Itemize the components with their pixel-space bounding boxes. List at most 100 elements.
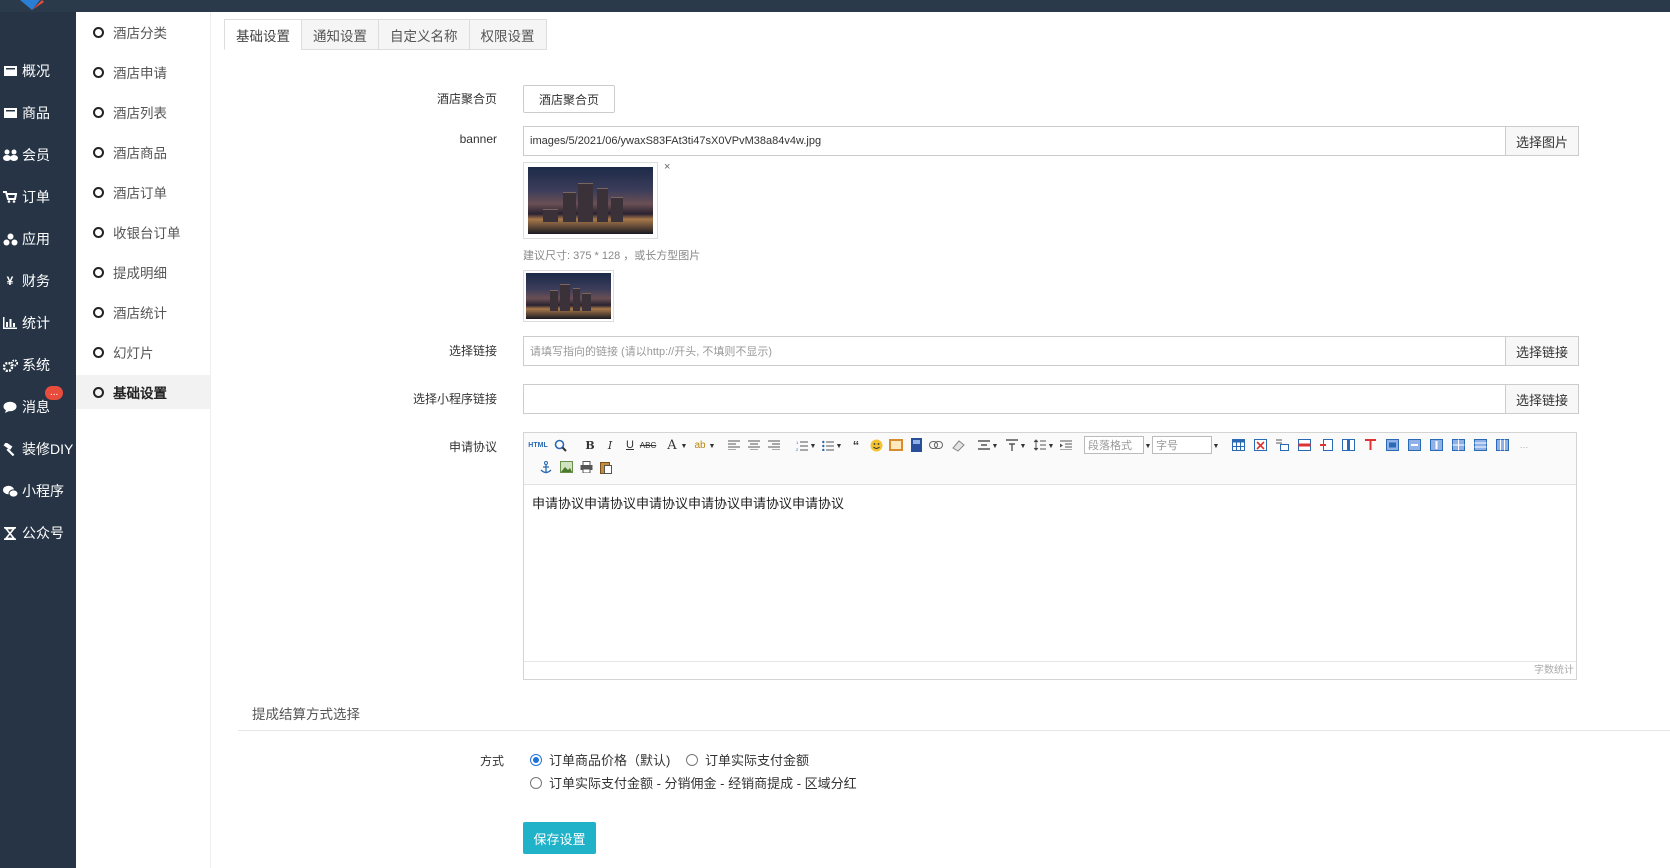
select-image-button[interactable]: 选择图片 (1505, 126, 1579, 156)
paste-icon[interactable] (598, 459, 614, 475)
nav-item-apps[interactable]: 应用 (0, 224, 76, 254)
radio-option-goods-price[interactable]: 订单商品价格（默认) (530, 750, 670, 769)
insert-column-icon[interactable] (1340, 437, 1356, 453)
video-icon[interactable] (908, 437, 924, 453)
banner-path-input[interactable]: images/5/2021/06/ywaxS83FAt3ti47sX0VPvM3… (523, 126, 1506, 156)
merge-cells-icon[interactable] (1384, 437, 1400, 453)
anchor-icon[interactable] (538, 459, 554, 475)
subnav-item-slideshow[interactable]: 幻灯片 (76, 335, 210, 369)
wechat-icon (2, 484, 18, 498)
nav-item-miniprogram[interactable]: 小程序 (0, 476, 76, 506)
delete-row-icon[interactable] (1318, 437, 1334, 453)
split-cells-icon[interactable] (1450, 437, 1466, 453)
dashboard-icon (2, 64, 18, 78)
nav-item-diy[interactable]: 装修DIY (0, 434, 76, 464)
nav-item-goods[interactable]: 商品 (0, 98, 76, 128)
nav-item-messages[interactable]: 消息 ... (0, 386, 76, 422)
circle-icon (93, 186, 104, 198)
svg-text:2: 2 (796, 447, 799, 451)
align-left-icon[interactable] (726, 437, 742, 453)
quote-icon[interactable]: “ (848, 437, 864, 453)
tab-notification-settings[interactable]: 通知设置 (301, 19, 378, 50)
highlight-dropdown-icon[interactable]: ▼ (704, 438, 720, 454)
subnav-item-basic-settings[interactable]: 基础设置 (76, 375, 210, 409)
editor-toolbar: HTML B I U ABC A ▼ ab ▼ 12 ▼ ▼ “ ▼ ▼ ▼ 段… (524, 433, 1576, 485)
insert-table-icon[interactable] (1230, 437, 1246, 453)
subnav-item-hotel-orders[interactable]: 酒店订单 (76, 175, 210, 209)
save-settings-button[interactable]: 保存设置 (523, 822, 596, 854)
subnav-item-commission-details[interactable]: 提成明细 (76, 255, 210, 289)
tab-permission-settings[interactable]: 权限设置 (468, 19, 547, 50)
circle-icon (93, 226, 104, 238)
indent-icon[interactable] (1058, 437, 1074, 453)
select-link-button[interactable]: 选择链接 (1505, 336, 1579, 366)
align-center-icon[interactable] (746, 437, 762, 453)
link-input[interactable]: 请填写指向的链接 (请以http://开头, 不填则不显示) (523, 336, 1506, 366)
strikethrough-icon[interactable]: ABC (640, 437, 656, 453)
nav-item-members[interactable]: 会员 (0, 140, 76, 170)
align-right-icon[interactable] (766, 437, 782, 453)
split-rows-icon[interactable] (1472, 437, 1488, 453)
subnav-item-label: 幻灯片 (113, 346, 154, 361)
nav-item-orders[interactable]: 订单 (0, 182, 76, 212)
image-icon[interactable] (888, 437, 904, 453)
nav-item-statistics[interactable]: 统计 (0, 308, 76, 338)
cart-icon (2, 190, 18, 204)
mini-link-input[interactable] (523, 384, 1506, 414)
nav-item-finance[interactable]: ¥ 财务 (0, 266, 76, 296)
font-size-select[interactable]: 字号 (1152, 436, 1212, 454)
radio-button[interactable] (530, 776, 542, 789)
subnav-item-cashier-orders[interactable]: 收银台订单 (76, 215, 210, 249)
font-color-dropdown-icon[interactable]: ▼ (676, 438, 692, 454)
nav-item-overview[interactable]: 概况 (0, 56, 76, 86)
delete-column-icon[interactable] (1362, 437, 1378, 453)
select-mini-link-button[interactable]: 选择链接 (1505, 384, 1579, 414)
more-tools-icon[interactable]: … (1516, 437, 1532, 453)
font-size-dropdown-icon[interactable]: ▼ (1208, 438, 1224, 454)
nav-item-label: 会员 (22, 147, 50, 163)
nav-item-official-account[interactable]: 公众号 (0, 518, 76, 548)
bold-icon[interactable]: B (582, 437, 598, 453)
html-source-icon[interactable]: HTML (528, 437, 547, 453)
subnav-item-hotel-category[interactable]: 酒店分类 (76, 15, 210, 49)
subnav-item-hotel-list[interactable]: 酒店列表 (76, 95, 210, 129)
nav-item-system[interactable]: 系统 (0, 350, 76, 380)
insert-image-icon[interactable] (558, 459, 574, 475)
italic-icon[interactable]: I (602, 437, 618, 453)
radio-button[interactable] (530, 753, 542, 766)
subnav-item-hotel-statistics[interactable]: 酒店统计 (76, 295, 210, 329)
radio-option-actual-payment[interactable]: 订单实际支付金额 (686, 750, 809, 769)
tab-basic-settings[interactable]: 基础设置 (224, 19, 301, 50)
unordered-list-dropdown-icon[interactable]: ▼ (831, 438, 847, 454)
remove-image-icon[interactable]: × (664, 161, 670, 173)
radio-option-net-payment[interactable]: 订单实际支付金额 - 分销佣金 - 经销商提成 - 区域分红 (530, 773, 857, 792)
split-columns-icon[interactable] (1494, 437, 1510, 453)
rich-text-editor: HTML B I U ABC A ▼ ab ▼ 12 ▼ ▼ “ ▼ ▼ ▼ 段… (523, 432, 1577, 680)
ordered-list-dropdown-icon[interactable]: ▼ (805, 438, 821, 454)
line-height-dropdown-icon[interactable]: ▼ (1043, 438, 1059, 454)
merge-down-icon[interactable] (1428, 437, 1444, 453)
aggregate-page-button[interactable]: 酒店聚合页 (523, 85, 615, 113)
eraser-icon[interactable] (950, 437, 966, 453)
subnav-item-hotel-application[interactable]: 酒店申请 (76, 55, 210, 89)
insert-row-icon[interactable] (1296, 437, 1312, 453)
paragraph-format-select[interactable]: 段落格式 (1084, 436, 1144, 454)
delete-table-icon[interactable] (1252, 437, 1268, 453)
bar-chart-icon (2, 316, 18, 330)
editor-content[interactable]: 申请协议申请协议申请协议申请协议申请协议申请协议 (524, 485, 1576, 662)
link-icon[interactable] (928, 437, 944, 453)
underline-icon[interactable]: U (622, 437, 638, 453)
row-spacing-dropdown-icon[interactable]: ▼ (1015, 438, 1031, 454)
radio-button[interactable] (686, 753, 698, 766)
merge-right-icon[interactable] (1406, 437, 1422, 453)
tab-custom-names[interactable]: 自定义名称 (378, 19, 469, 50)
print-icon[interactable] (578, 459, 594, 475)
logo[interactable] (10, 0, 50, 12)
preview-icon[interactable] (552, 437, 568, 453)
paragraph-spacing-dropdown-icon[interactable]: ▼ (987, 438, 1003, 454)
svg-text:1: 1 (796, 440, 799, 445)
emoji-icon[interactable] (868, 437, 884, 453)
subnav-item-hotel-goods[interactable]: 酒店商品 (76, 135, 210, 169)
insert-paragraph-before-table-icon[interactable] (1274, 437, 1290, 453)
circle-icon (93, 266, 104, 278)
